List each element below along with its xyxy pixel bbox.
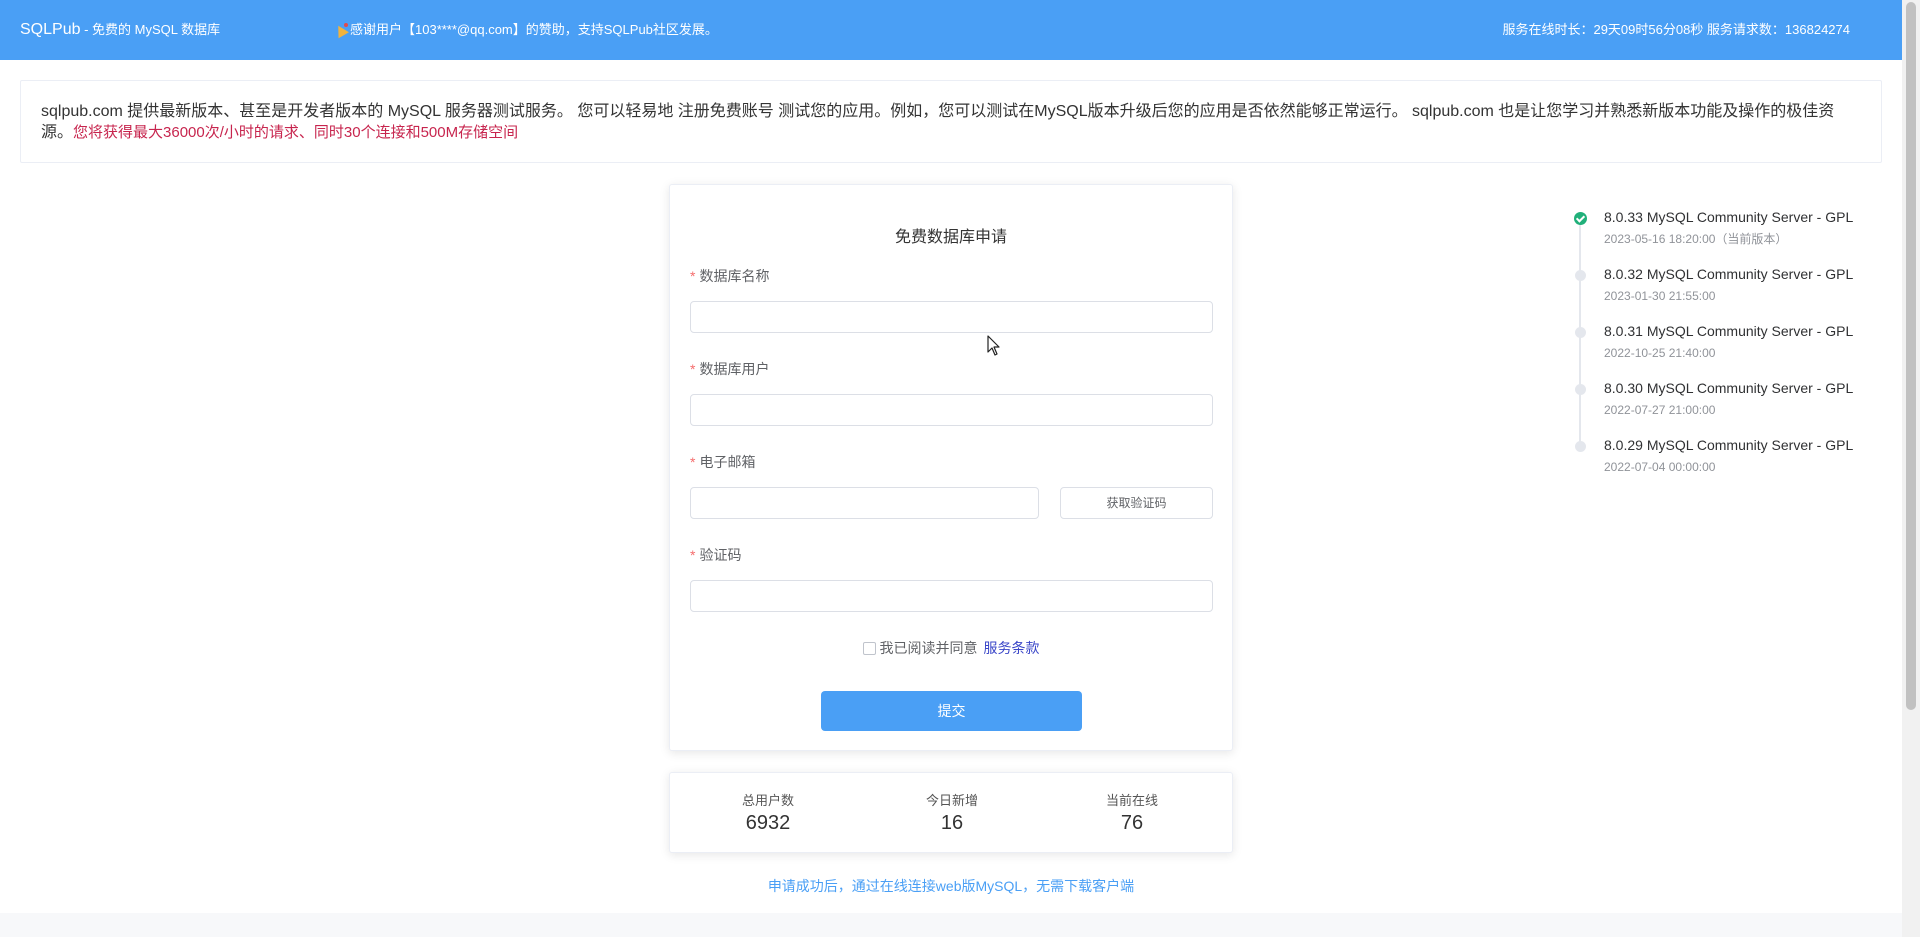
stat-total-users: 总用户数 6932 [678, 793, 858, 835]
version-date: 2023-05-16 18:20:00（当前版本） [1604, 232, 1788, 246]
required-mark: * [690, 361, 696, 377]
version-date: 2022-07-27 21:00:00 [1604, 403, 1716, 417]
timeline-dot-icon [1575, 270, 1586, 281]
mouse-cursor-icon [987, 335, 1000, 356]
stat-today-new: 今日新增 16 [862, 793, 1042, 835]
stat-online-now: 当前在线 76 [1042, 793, 1222, 835]
sponsor-notice: 感谢用户【103****@qq.com】的赞助，支持SQLPub社区发展。 [334, 21, 718, 39]
stat-label: 今日新增 [925, 793, 978, 808]
code-label: * 验证码 [690, 547, 742, 563]
sponsor-text: 感谢用户【103****@qq.com】的赞助，支持SQLPub社区发展。 [350, 22, 718, 37]
version-date: 2023-01-30 21:55:00 [1604, 289, 1716, 303]
get-code-button[interactable]: 获取验证码 [1060, 487, 1213, 519]
stat-value: 16 [940, 812, 964, 834]
db-name-label: * 数据库名称 [690, 268, 770, 284]
version-title: 8.0.32 MySQL Community Server - GPL [1604, 266, 1854, 282]
db-user-label: * 数据库用户 [690, 361, 770, 377]
db-user-input[interactable] [690, 394, 1213, 426]
db-name-input[interactable] [690, 301, 1213, 333]
timeline-dot-icon [1575, 384, 1586, 395]
web-client-note[interactable]: 申请成功后，通过在线连接web版MySQL，无需下载客户端 [669, 876, 1233, 896]
required-mark: * [690, 547, 696, 563]
version-date: 2022-07-04 00:00:00 [1604, 460, 1716, 474]
stat-value: 76 [1120, 812, 1144, 834]
check-circle-icon [1574, 212, 1587, 225]
version-title: 8.0.30 MySQL Community Server - GPL [1604, 380, 1854, 396]
service-uptime: 服务在线时长：29天09时56分08秒 服务请求数：136824274 [1502, 22, 1850, 37]
brand-subtitle: - 免费的 MySQL 数据库 [80, 22, 221, 37]
timeline-item: 8.0.31 MySQL Community Server - GPL 2022… [1572, 322, 1892, 379]
email-input[interactable] [690, 487, 1039, 519]
agree-checkbox[interactable] [862, 642, 876, 655]
vertical-scrollbar[interactable] [1902, 0, 1920, 937]
code-input[interactable] [690, 580, 1213, 612]
apply-form-card: 免费数据库申请 * 数据库名称 * 数据库用户 * 电子邮箱 获取验证码 * 验证码 我… [669, 184, 1233, 751]
agree-text[interactable]: 我已阅读并同意 [880, 640, 978, 656]
brand-name: SQLPub [20, 21, 81, 38]
agreement-row: 我已阅读并同意 服务条款 [670, 638, 1232, 658]
intro-highlight: 您将获得最大36000次/小时的请求、同时30个连接和500M存储空间 [73, 124, 519, 141]
intro-panel: sqlpub.com 提供最新版本、甚至是开发者版本的 MySQL 服务器测试服… [20, 80, 1882, 163]
timeline-item: 8.0.32 MySQL Community Server - GPL 2023… [1572, 265, 1892, 322]
version-date: 2022-10-25 21:40:00 [1604, 346, 1716, 360]
terms-link[interactable]: 服务条款 [984, 640, 1040, 656]
timeline-item: 8.0.29 MySQL Community Server - GPL 2022… [1572, 436, 1892, 493]
timeline-item: 8.0.30 MySQL Community Server - GPL 2022… [1572, 379, 1892, 436]
timeline-item: 8.0.33 MySQL Community Server - GPL 2023… [1572, 208, 1892, 265]
version-title: 8.0.29 MySQL Community Server - GPL [1604, 437, 1854, 453]
form-title: 免费数据库申请 [894, 229, 1007, 246]
timeline-dot-icon [1575, 327, 1586, 338]
brand[interactable]: SQLPub - 免费的 MySQL 数据库 [20, 20, 220, 40]
stat-label: 当前在线 [1105, 793, 1158, 808]
version-title: 8.0.33 MySQL Community Server - GPL [1604, 209, 1854, 225]
stats-card: 总用户数 6932 今日新增 16 当前在线 76 [669, 772, 1233, 853]
timeline-dot-icon [1575, 441, 1586, 452]
stat-value: 6932 [745, 812, 791, 834]
top-header: SQLPub - 免费的 MySQL 数据库 感谢用户【103****@qq.c… [0, 0, 1902, 60]
stat-label: 总用户数 [741, 793, 794, 808]
required-mark: * [690, 268, 696, 284]
party-popper-icon [334, 23, 348, 37]
email-label: * 电子邮箱 [690, 454, 756, 470]
submit-button[interactable]: 提交 [821, 691, 1082, 731]
footer-band [0, 913, 1902, 937]
version-title: 8.0.31 MySQL Community Server - GPL [1604, 323, 1854, 339]
required-mark: * [690, 454, 696, 470]
scrollbar-thumb[interactable] [1906, 2, 1916, 710]
